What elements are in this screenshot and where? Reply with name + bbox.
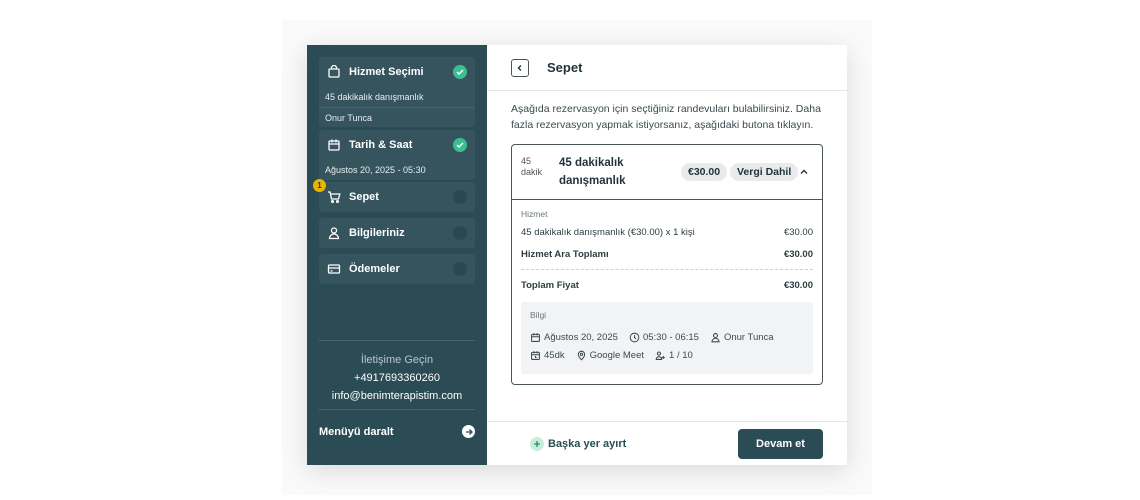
step-title: Hizmet Seçimi	[349, 66, 424, 78]
add-booking-label: Başka yer ayırt	[548, 437, 627, 450]
subtotal-label: Hizmet Ara Toplamı	[521, 248, 609, 260]
add-booking-button[interactable]: Başka yer ayırt	[530, 436, 627, 451]
check-icon	[453, 65, 467, 79]
user-icon	[711, 332, 720, 342]
divider	[521, 269, 813, 270]
location-text: Google Meet	[589, 349, 645, 361]
step-title: Ödemeler	[349, 263, 400, 275]
cart-item-header[interactable]: 45 dakik 45 dakikalık danışmanlık €30.00…	[512, 145, 822, 200]
step-detail: Onur Tunca	[319, 107, 475, 127]
info-date: Ağustos 20, 2025	[530, 332, 618, 343]
cart-item-body: Hizmet 45 dakikalık danışmanlık (€30.00)…	[512, 209, 822, 374]
service-thumbnail: 45 dakik	[521, 156, 543, 177]
step-number-badge: 1	[313, 179, 326, 192]
panel-header: Sepet	[487, 45, 847, 91]
check-icon	[453, 138, 467, 152]
section-label: Hizmet	[521, 209, 548, 219]
step-service[interactable]: Hizmet Seçimi 45 dakikalık danışmanlık O…	[319, 57, 475, 127]
step-title: Tarih & Saat	[349, 139, 413, 151]
total-value: €30.00	[783, 279, 813, 291]
back-button[interactable]	[511, 58, 529, 77]
collapse-label: Menüyü daralt	[319, 425, 394, 438]
clock-icon	[629, 332, 640, 342]
capacity-text: 1 / 10	[669, 349, 693, 361]
total-label: Toplam Fiyat	[521, 279, 579, 291]
continue-button[interactable]: Devam et	[738, 428, 823, 459]
user-icon	[327, 226, 341, 240]
date-text: Ağustos 20, 2025	[544, 331, 618, 343]
step-detail: 45 dakikalık danışmanlık	[325, 92, 424, 102]
step-detail: Ağustos 20, 2025 - 05:30	[325, 165, 426, 175]
step-title: Sepet	[349, 191, 379, 203]
step-cart[interactable]: 1 Sepet	[313, 179, 475, 212]
line-item-label: 45 dakikalık danışmanlık (€30.00) x 1 ki…	[521, 226, 695, 238]
step-title: Bilgileriniz	[349, 227, 405, 239]
line-item-value: €30.00	[783, 226, 813, 238]
line-item: 45 dakikalık danışmanlık (€30.00) x 1 ki…	[521, 221, 813, 243]
pending-indicator	[453, 190, 467, 204]
steps-sidebar: Hizmet Seçimi 45 dakikalık danışmanlık O…	[307, 45, 487, 465]
calendar-clock-icon	[531, 350, 540, 360]
duration-text: 45dk	[544, 349, 565, 361]
collapse-menu-button[interactable]: Menüyü daralt	[319, 409, 475, 453]
bag-icon	[327, 65, 341, 79]
main-panel: Sepet Aşağıda rezervasyon için seçtiğini…	[487, 45, 847, 465]
total-row: Toplam Fiyat €30.00	[521, 274, 813, 296]
plus-icon	[530, 436, 544, 451]
chevron-left-icon	[517, 64, 522, 71]
chevron-up-icon[interactable]	[798, 165, 810, 177]
step-payments[interactable]: Ödemeler	[319, 254, 475, 284]
pending-indicator	[453, 226, 467, 240]
time-text: 05:30 - 06:15	[642, 331, 699, 343]
subtotal-value: €30.00	[783, 248, 813, 260]
info-person: Onur Tunca	[710, 332, 774, 343]
tax-badge: Vergi Dahil	[730, 163, 799, 181]
info-capacity: 1 / 10	[655, 350, 693, 361]
price-badge: €30.00	[681, 163, 728, 181]
booking-widget: Hizmet Seçimi 45 dakikalık danışmanlık O…	[307, 45, 847, 465]
page-title: Sepet	[547, 60, 583, 75]
cart-item: 45 dakik 45 dakikalık danışmanlık €30.00…	[511, 144, 823, 385]
contact-email[interactable]: info@benimterapistim.com	[319, 387, 475, 405]
contact-block: İletişime Geçin +4917693360260 info@beni…	[319, 340, 475, 405]
subtotal-row: Hizmet Ara Toplamı €30.00	[521, 243, 813, 265]
contact-phone[interactable]: +4917693360260	[319, 369, 475, 387]
info-location: Google Meet	[576, 350, 644, 361]
service-name: 45 dakikalık danışmanlık	[559, 157, 626, 187]
calendar-icon	[531, 332, 540, 342]
info-row: 45dk Google Meet 1 / 10	[530, 346, 804, 364]
calendar-icon	[327, 138, 341, 152]
cart-icon	[327, 190, 341, 204]
credit-card-icon	[327, 262, 341, 276]
panel-footer: Başka yer ayırt Devam et	[487, 421, 847, 465]
step-datetime[interactable]: Tarih & Saat Ağustos 20, 2025 - 05:30	[319, 130, 475, 180]
users-icon	[655, 350, 665, 360]
location-pin-icon	[577, 350, 585, 361]
step-details[interactable]: Bilgileriniz	[319, 218, 475, 248]
intro-text: Aşağıda rezervasyon için seçtiğiniz rand…	[511, 103, 821, 131]
info-duration: 45dk	[530, 350, 565, 361]
info-label: Bilgi	[530, 310, 547, 320]
info-row: Ağustos 20, 2025 05:30 - 06:15 Onur Tunc…	[530, 328, 804, 346]
pending-indicator	[453, 262, 467, 276]
person-text: Onur Tunca	[723, 331, 774, 343]
info-time: 05:30 - 06:15	[629, 332, 699, 343]
contact-heading: İletişime Geçin	[360, 354, 434, 366]
info-box: Bilgi Ağustos 20, 2025 05:30 - 06:15 Onu…	[521, 302, 813, 374]
arrow-right-icon	[462, 425, 475, 438]
